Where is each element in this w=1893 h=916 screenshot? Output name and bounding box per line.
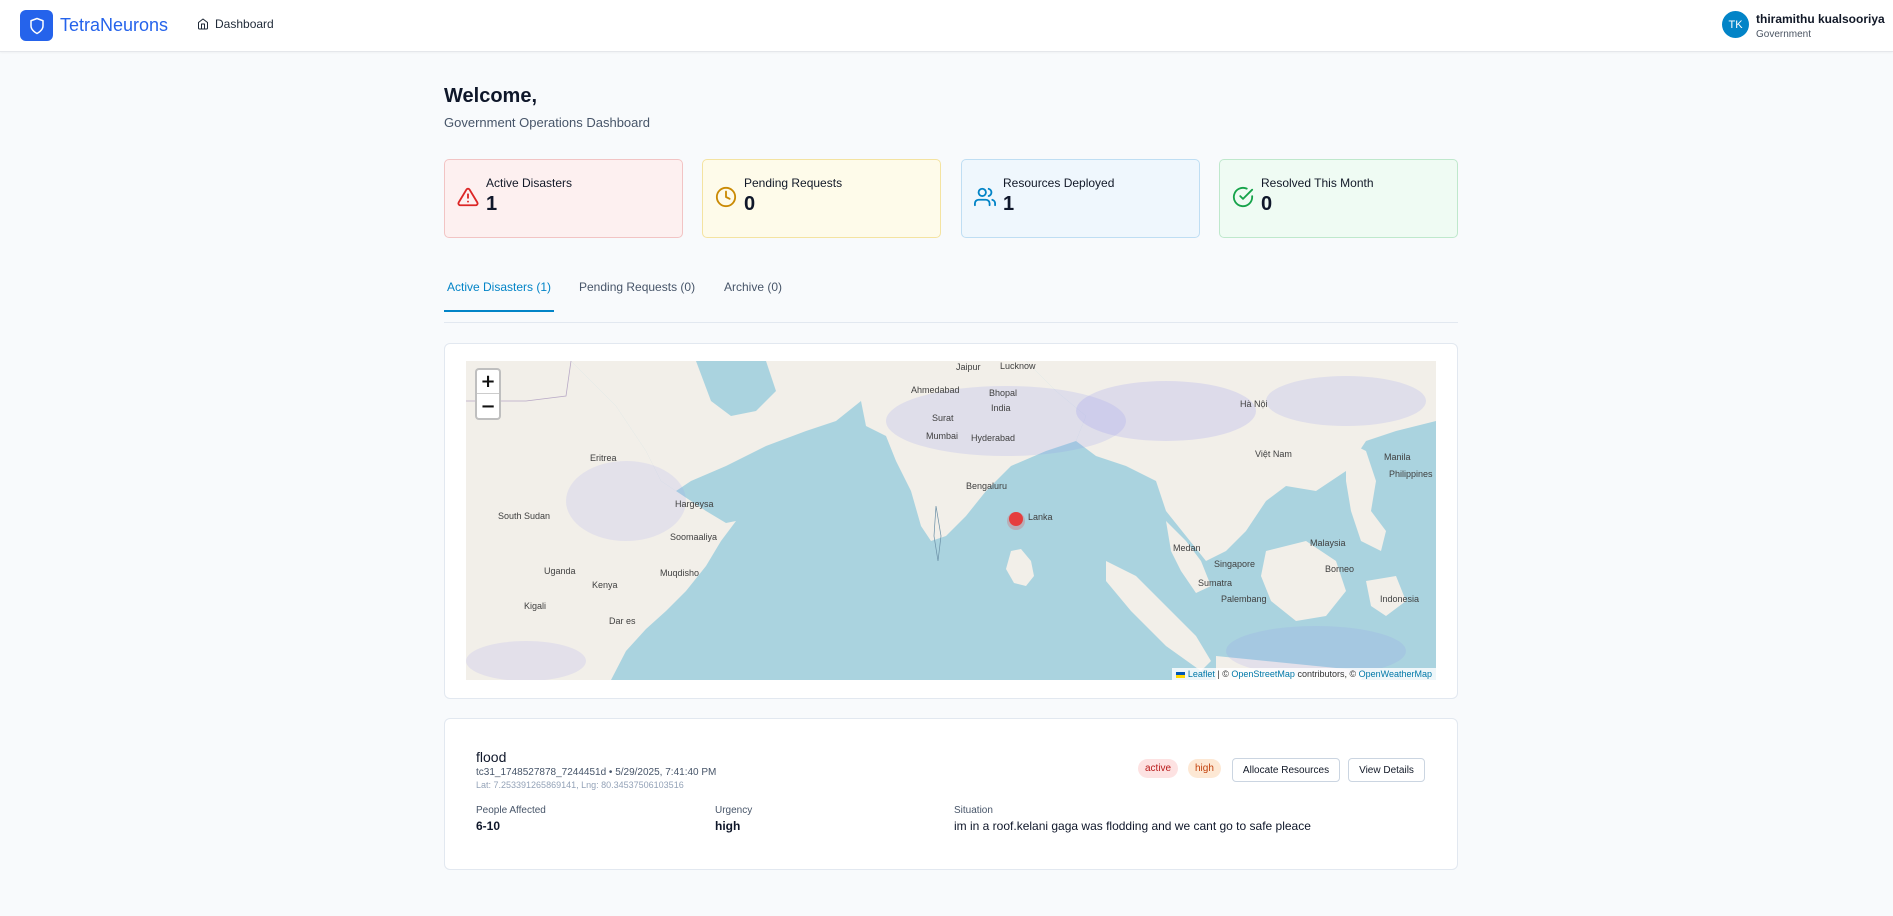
map-label: Manila bbox=[1384, 452, 1411, 462]
map-label: Soomaaliya bbox=[670, 532, 718, 542]
stat-value: 0 bbox=[1261, 193, 1273, 215]
tab-pending-requests[interactable]: Pending Requests (0) bbox=[579, 280, 695, 310]
zoom-in-button[interactable]: + bbox=[477, 370, 499, 394]
map-label: Ahmedabad bbox=[911, 385, 960, 395]
map-label: Hargeysa bbox=[675, 499, 714, 509]
page-subtitle: Government Operations Dashboard bbox=[444, 115, 650, 130]
alert-triangle-icon bbox=[457, 187, 479, 207]
map-label: Indonesia bbox=[1380, 594, 1420, 604]
stat-label: Pending Requests bbox=[744, 176, 843, 190]
map-label: South Sudan bbox=[498, 511, 551, 521]
map-label: Bengaluru bbox=[966, 481, 1008, 491]
attribution-text: | © bbox=[1214, 669, 1232, 679]
map-label: Lanka bbox=[1028, 512, 1053, 522]
map-tiles bbox=[466, 361, 1436, 680]
view-details-button[interactable]: View Details bbox=[1348, 758, 1425, 782]
map-label: Eritrea bbox=[590, 453, 617, 463]
map-label: Bhopal bbox=[989, 388, 1018, 398]
users-icon bbox=[974, 187, 996, 207]
map-label: Hyderabad bbox=[971, 433, 1016, 443]
stat-card-resolved-this-month: Resolved This Month 0 bbox=[1219, 159, 1458, 238]
shield-logo-icon[interactable] bbox=[20, 10, 53, 41]
zoom-control: + − bbox=[475, 368, 501, 420]
clock-icon bbox=[715, 186, 737, 208]
stat-card-active-disasters: Active Disasters 1 bbox=[444, 159, 683, 238]
user-avatar[interactable]: TK bbox=[1722, 11, 1749, 38]
map-label: Mumbai bbox=[926, 431, 959, 441]
map-attribution: Leaflet | © OpenStreetMap contributors, … bbox=[1172, 668, 1436, 680]
disaster-marker[interactable] bbox=[1004, 507, 1028, 531]
map-label: Sumatra bbox=[1198, 578, 1233, 588]
stat-value: 1 bbox=[1003, 193, 1015, 215]
stat-label: Active Disasters bbox=[486, 176, 573, 190]
map-label: Hà Nội bbox=[1240, 399, 1268, 409]
zoom-out-button[interactable]: − bbox=[477, 394, 499, 418]
map-label: Singapore bbox=[1214, 559, 1256, 569]
map-label: Lucknow bbox=[1000, 361, 1036, 371]
top-navbar: TetraNeurons Dashboard TK thiramithu kua… bbox=[0, 0, 1893, 52]
brand-name[interactable]: TetraNeurons bbox=[60, 15, 168, 36]
map-card: Jaipur Lucknow Ahmedabad Bhopal India Su… bbox=[444, 343, 1458, 699]
owm-link[interactable]: OpenWeatherMap bbox=[1359, 669, 1432, 679]
stat-value: 0 bbox=[744, 193, 756, 215]
situation-value: im in a roof.kelani gaga was flodding an… bbox=[954, 819, 1311, 833]
urgency-label: Urgency bbox=[715, 805, 753, 816]
stat-card-resources-deployed: Resources Deployed 1 bbox=[961, 159, 1200, 238]
map-label: Việt Nam bbox=[1255, 449, 1292, 459]
report-coordinates: Lat: 7.253391265869141, Lng: 80.34537506… bbox=[476, 780, 684, 790]
map-label: Kigali bbox=[524, 601, 547, 611]
tab-active-disasters[interactable]: Active Disasters (1) bbox=[444, 280, 555, 312]
stat-value: 1 bbox=[486, 193, 498, 215]
check-circle-icon bbox=[1232, 186, 1254, 208]
tab-bar: Active Disasters (1) Pending Requests (0… bbox=[444, 274, 1458, 323]
stat-label: Resolved This Month bbox=[1261, 176, 1374, 190]
page-title: Welcome, bbox=[444, 85, 537, 107]
user-role: Government bbox=[1756, 29, 1812, 40]
home-icon bbox=[198, 18, 208, 30]
map-label: Borneo bbox=[1325, 564, 1355, 574]
map-label: Palembang bbox=[1221, 594, 1267, 604]
map-label: Jaipur bbox=[956, 362, 981, 372]
map-label: Medan bbox=[1173, 543, 1201, 553]
report-title: flood bbox=[476, 749, 507, 765]
status-badge: active bbox=[1138, 759, 1179, 778]
attribution-text: contributors, © bbox=[1294, 669, 1359, 679]
map-label: Uganda bbox=[544, 566, 576, 576]
tab-archive[interactable]: Archive (0) bbox=[724, 280, 782, 310]
leaflet-link[interactable]: Leaflet bbox=[1188, 669, 1215, 679]
allocate-resources-button[interactable]: Allocate Resources bbox=[1232, 758, 1340, 782]
people-affected-value: 6-10 bbox=[476, 819, 501, 833]
disaster-report-card: flood tc31_1748527878_7244451d • 5/29/20… bbox=[444, 718, 1458, 870]
osm-link[interactable]: OpenStreetMap bbox=[1231, 669, 1295, 679]
stat-label: Resources Deployed bbox=[1003, 176, 1115, 190]
map-label: India bbox=[991, 403, 1011, 413]
nav-dashboard-label: Dashboard bbox=[215, 17, 274, 31]
map-label: Malaysia bbox=[1310, 538, 1346, 548]
situation-label: Situation bbox=[954, 805, 993, 816]
ukraine-flag-icon bbox=[1176, 671, 1186, 678]
disaster-map[interactable]: Jaipur Lucknow Ahmedabad Bhopal India Su… bbox=[466, 361, 1436, 680]
user-name: thiramithu kualsooriya bbox=[1756, 12, 1885, 26]
nav-dashboard-link[interactable]: Dashboard bbox=[197, 17, 274, 31]
map-label: Kenya bbox=[592, 580, 618, 590]
stat-card-pending-requests: Pending Requests 0 bbox=[702, 159, 941, 238]
urgency-value: high bbox=[715, 819, 741, 833]
map-label: Philippines bbox=[1389, 469, 1433, 479]
report-meta: tc31_1748527878_7244451d • 5/29/2025, 7:… bbox=[476, 767, 717, 778]
map-label: Dar es bbox=[609, 616, 636, 626]
urgency-badge: high bbox=[1188, 759, 1221, 778]
map-label: Surat bbox=[932, 413, 954, 423]
people-affected-label: People Affected bbox=[476, 805, 546, 816]
map-label: Muqdisho bbox=[660, 568, 700, 578]
